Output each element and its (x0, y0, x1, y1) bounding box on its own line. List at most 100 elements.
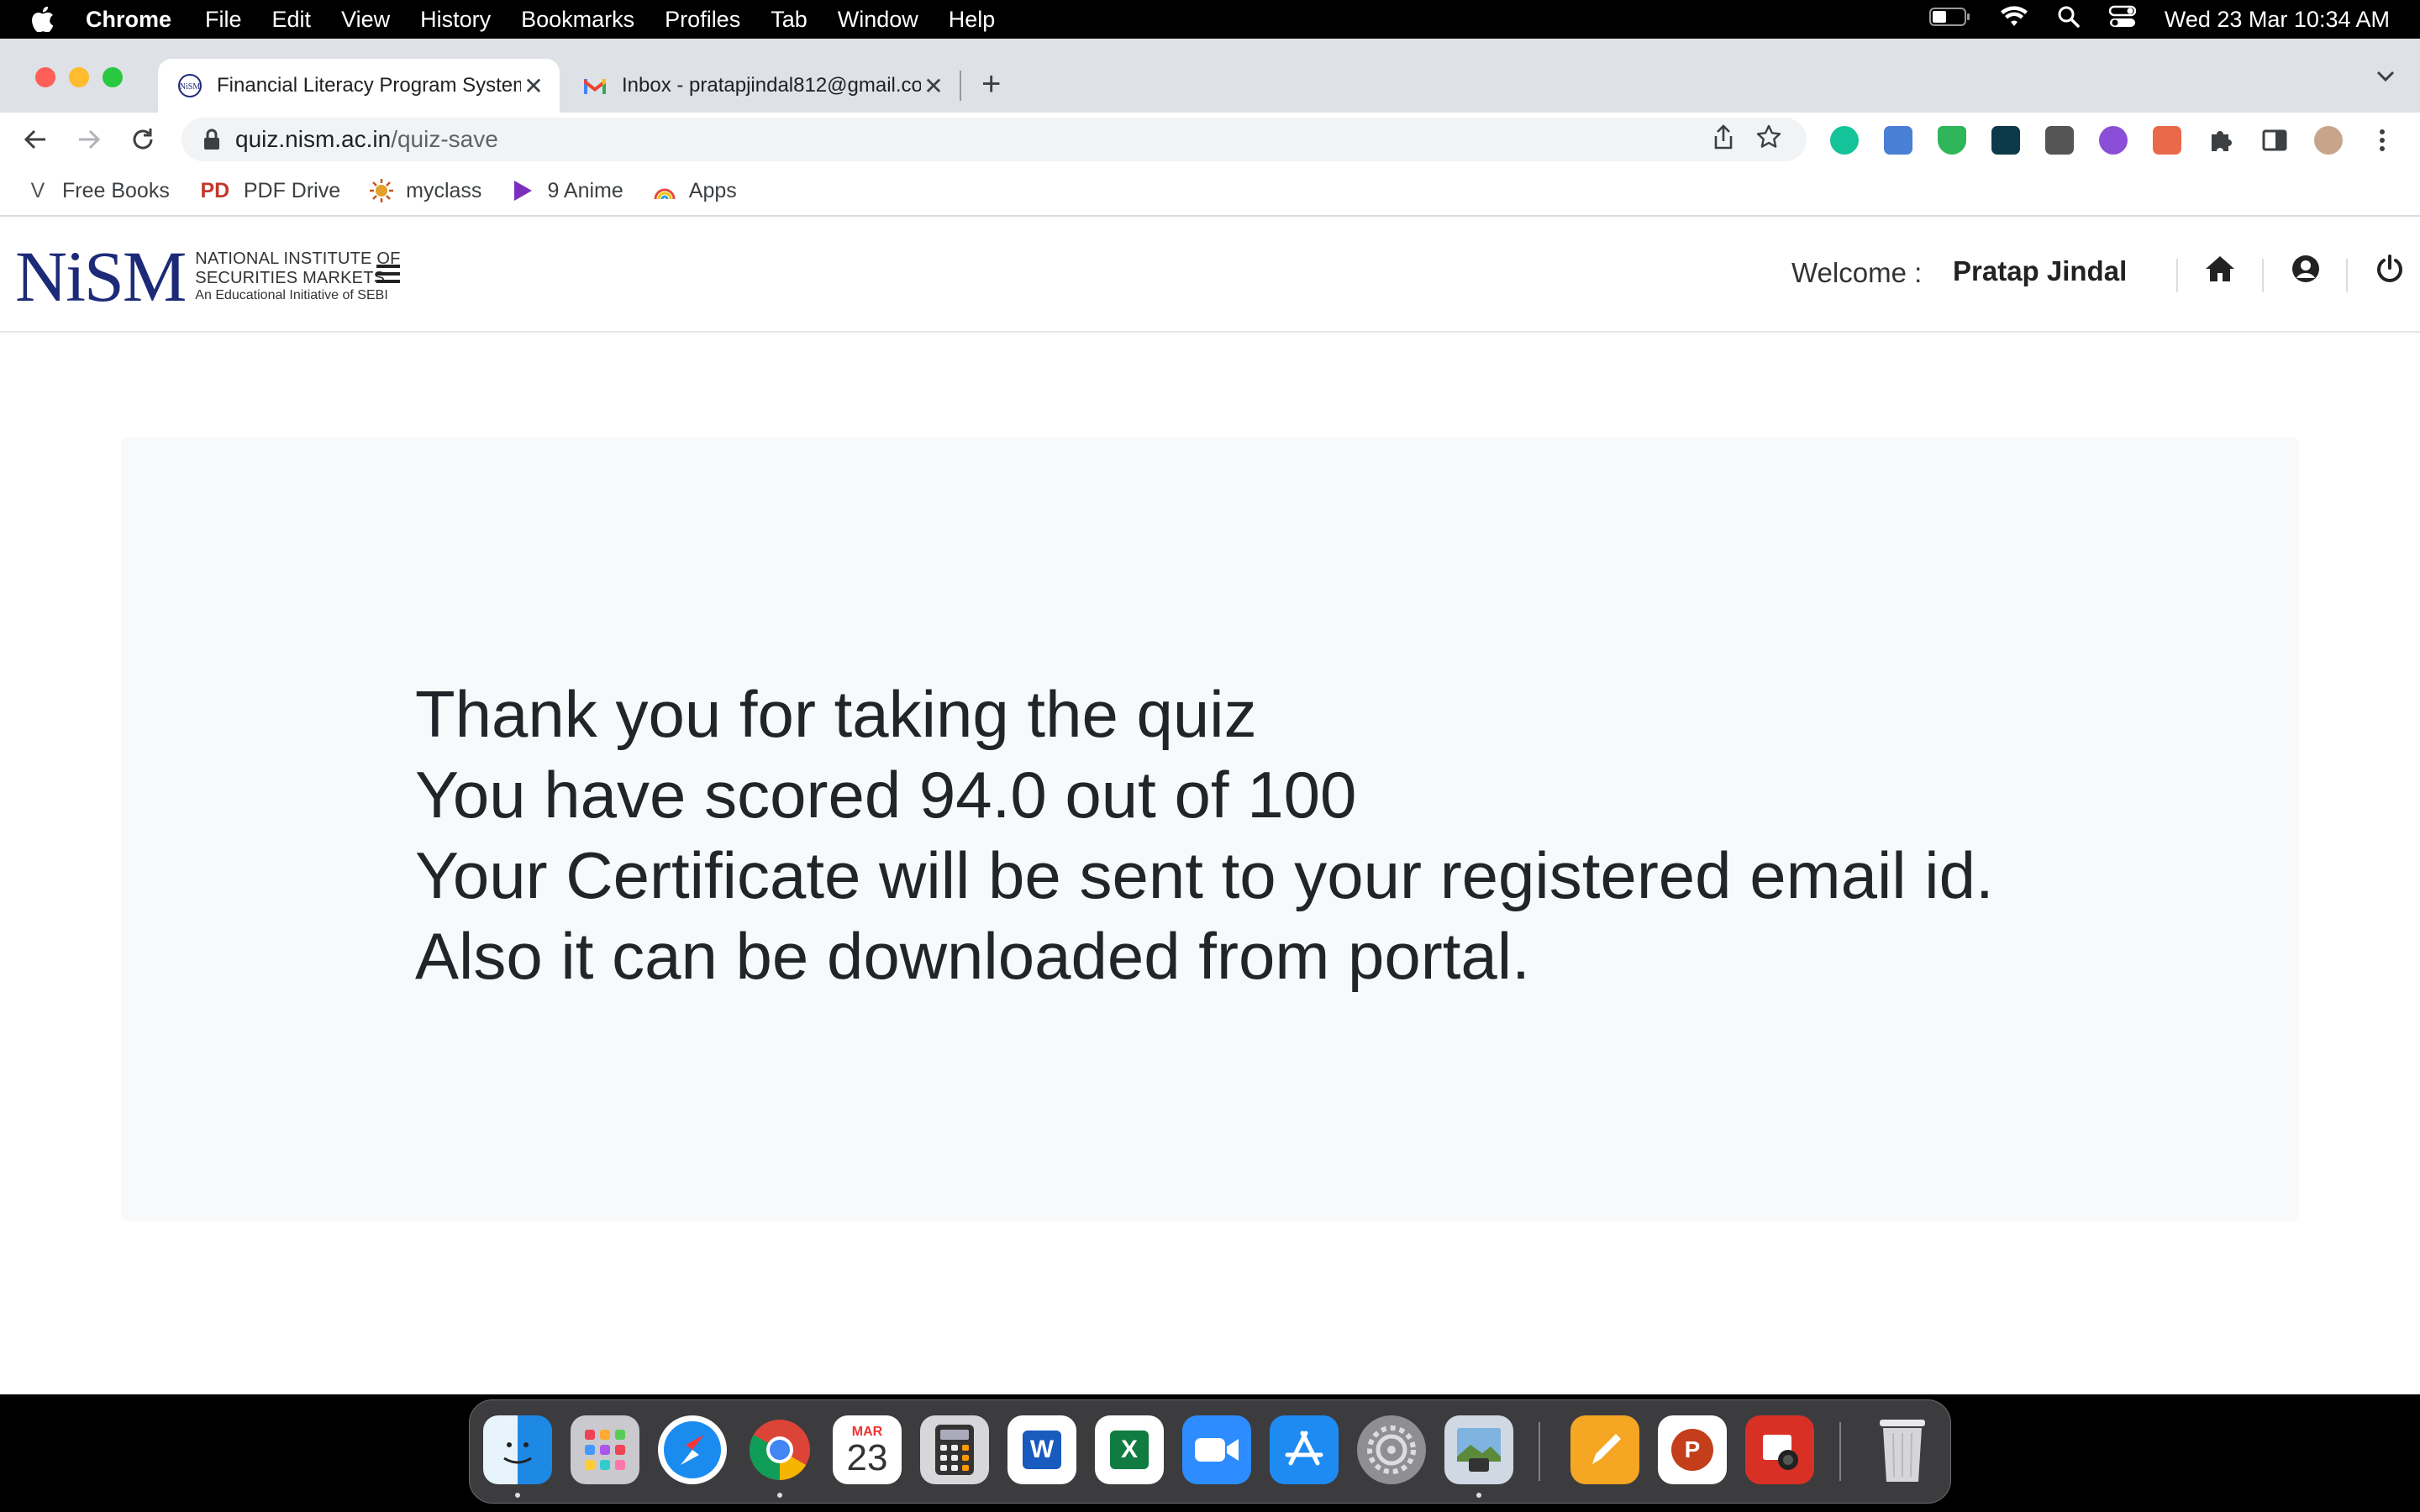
shield-extension-icon[interactable] (1938, 126, 1966, 155)
battery-icon[interactable] (1928, 7, 1971, 33)
extension-gray-icon[interactable] (2045, 126, 2074, 155)
macos-menu-bar: Chrome File Edit View History Bookmarks … (0, 0, 2420, 39)
menu-help[interactable]: Help (949, 7, 996, 33)
bookmark-label: Free Books (62, 178, 170, 202)
trash-icon[interactable] (1868, 1415, 1937, 1484)
color-picker-extension-icon[interactable] (2099, 126, 2128, 155)
logo-line3: An Educational Initiative of SEBI (195, 287, 388, 302)
system-preferences-gear-icon[interactable] (1357, 1415, 1426, 1484)
new-tab-plus-icon[interactable]: + (981, 66, 1001, 103)
quiz-result-card: Thank you for taking the quiz You have s… (121, 437, 2299, 1221)
chrome-window: NiSM Financial Literacy Program System ✕… (0, 39, 2420, 1394)
logo-text: NATIONAL INSTITUTE OF SECURITIES MARKETS… (195, 249, 400, 303)
address-bar[interactable]: quiz.nism.ac.in/quiz-save (182, 118, 1807, 161)
microsoft-powerpoint-icon[interactable]: P (1658, 1415, 1727, 1484)
nism-logo[interactable]: NiSM NATIONAL INSTITUTE OF SECURITIES MA… (15, 240, 401, 312)
minimize-window-button[interactable] (69, 67, 89, 87)
menu-bookmarks[interactable]: Bookmarks (521, 7, 634, 33)
calendar-icon[interactable]: MAR 23 (833, 1415, 902, 1484)
dock-divider (1539, 1422, 1540, 1481)
reload-icon[interactable] (128, 124, 158, 155)
preview-icon[interactable] (1444, 1415, 1513, 1484)
microsoft-word-icon[interactable]: W (1007, 1415, 1076, 1484)
certificate-email-text: Your Certificate will be sent to your re… (415, 838, 1994, 912)
menu-app-name[interactable]: Chrome (86, 7, 171, 33)
translate-extension-icon[interactable] (1884, 126, 1912, 155)
logo-line1: NATIONAL INSTITUTE OF (195, 249, 401, 268)
running-indicator (1476, 1493, 1481, 1498)
menu-edit[interactable]: Edit (272, 7, 312, 33)
side-panel-icon[interactable] (2260, 126, 2289, 155)
certificate-download-text: Also it can be downloaded from portal. (415, 919, 1530, 993)
bookmark-star-icon[interactable] (1756, 124, 1781, 155)
bookmark-myclass[interactable]: myclass (369, 178, 481, 203)
bookmark-free-books[interactable]: V Free Books (25, 178, 170, 203)
menu-window[interactable]: Window (838, 7, 918, 33)
launchpad-icon[interactable] (571, 1415, 639, 1484)
chrome-menu-kebab-icon[interactable] (2368, 126, 2396, 155)
back-arrow-icon[interactable] (20, 124, 50, 155)
finder-icon[interactable] (483, 1415, 552, 1484)
chrome-icon[interactable] (745, 1415, 814, 1484)
macos-dock: MAR 23 W X P (469, 1399, 1951, 1504)
bookmark-apps[interactable]: Apps (652, 178, 737, 203)
bookmark-pdf-drive[interactable]: PD PDF Drive (198, 178, 340, 203)
bookmark-label: myclass (406, 178, 482, 202)
hamburger-menu-icon[interactable] (375, 262, 402, 290)
lock-icon[interactable] (203, 129, 220, 150)
pages-icon[interactable] (1570, 1415, 1639, 1484)
nism-favicon-icon: NiSM (176, 72, 203, 99)
extensions-puzzle-icon[interactable] (2207, 126, 2235, 155)
logo-line2: SECURITIES MARKETS (195, 268, 386, 287)
calculator-icon[interactable] (920, 1415, 989, 1484)
running-indicator (515, 1493, 520, 1498)
grammarly-extension-icon[interactable] (1830, 126, 1859, 155)
vpn-extension-icon[interactable] (1991, 126, 2020, 155)
svg-text:NiSM: NiSM (180, 82, 201, 92)
zoom-window-button[interactable] (103, 67, 123, 87)
tab-search-chevron-down-icon[interactable] (2376, 71, 2395, 87)
tab-title: Inbox - pratapjindal812@gmail.com (622, 74, 921, 97)
quiz-result-message: Thank you for taking the quiz You have s… (415, 674, 1994, 996)
photo-booth-icon[interactable] (1745, 1415, 1814, 1484)
bookmarks-bar: V Free Books PD PDF Drive myclass 9 Anim… (0, 166, 2420, 217)
tab-divider (960, 71, 961, 101)
bookmark-label: 9 Anime (547, 178, 623, 202)
apple-menu-icon[interactable] (32, 7, 57, 32)
home-icon[interactable] (2202, 250, 2238, 287)
safari-icon[interactable] (658, 1415, 727, 1484)
zoom-icon[interactable] (1182, 1415, 1251, 1484)
menu-tab[interactable]: Tab (771, 7, 808, 33)
menu-file[interactable]: File (205, 7, 242, 33)
menu-profiles[interactable]: Profiles (665, 7, 740, 33)
wifi-icon[interactable] (2000, 5, 2028, 34)
profile-avatar[interactable] (2314, 126, 2343, 155)
menu-history[interactable]: History (420, 7, 491, 33)
play-icon (510, 178, 535, 203)
user-profile-icon[interactable] (2287, 250, 2324, 287)
tab-close-icon[interactable]: ✕ (921, 72, 946, 100)
header-divider (2262, 259, 2264, 292)
tab-gmail-inbox[interactable]: Inbox - pratapjindal812@gmail.com ✕ (563, 59, 960, 113)
bookmark-label: Apps (688, 178, 737, 202)
megaphone-extension-icon[interactable] (2153, 126, 2181, 155)
spotlight-search-icon[interactable] (2057, 5, 2081, 34)
menu-view[interactable]: View (341, 7, 390, 33)
tab-financial-literacy[interactable]: NiSM Financial Literacy Program System ✕ (158, 59, 560, 113)
logout-power-icon[interactable] (2371, 250, 2408, 287)
dock-divider (1839, 1422, 1841, 1481)
app-store-icon[interactable] (1270, 1415, 1339, 1484)
url-domain: quiz.nism.ac.in (235, 126, 392, 152)
control-center-icon[interactable] (2108, 5, 2137, 34)
close-window-button[interactable] (35, 67, 55, 87)
forward-arrow-icon[interactable] (74, 124, 104, 155)
bookmark-9-anime[interactable]: 9 Anime (510, 178, 623, 203)
tab-title: Financial Literacy Program System (217, 74, 521, 97)
tab-close-icon[interactable]: ✕ (521, 72, 546, 100)
menubar-datetime[interactable]: Wed 23 Mar 10:34 AM (2165, 7, 2390, 33)
microsoft-excel-icon[interactable]: X (1095, 1415, 1164, 1484)
apps-icon (652, 178, 677, 203)
pdf-drive-icon: PD (200, 178, 230, 202)
share-icon[interactable] (1712, 123, 1734, 155)
sun-icon (369, 178, 394, 203)
